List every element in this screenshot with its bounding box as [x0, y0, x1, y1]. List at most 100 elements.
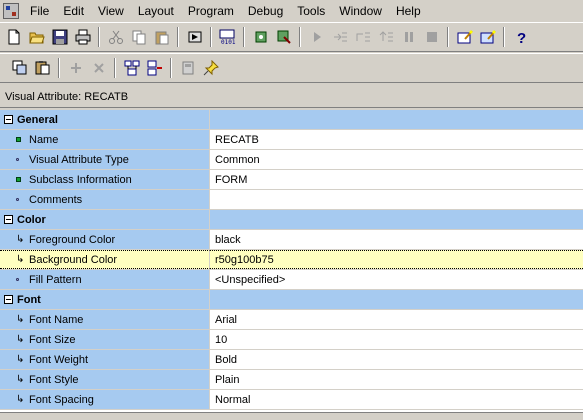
property-value[interactable]	[210, 190, 583, 209]
menu-edit[interactable]: Edit	[56, 1, 91, 21]
property-value[interactable]: <Unspecified>	[210, 270, 583, 289]
property-value[interactable]: RECATB	[210, 130, 583, 149]
property-value[interactable]: Bold	[210, 350, 583, 369]
menu-file[interactable]: File	[23, 1, 56, 21]
paste-properties-icon[interactable]	[31, 57, 54, 79]
help-icon[interactable]: ?	[509, 26, 532, 48]
collapse-icon[interactable]	[4, 215, 13, 224]
property-name: Font Size	[29, 333, 76, 346]
intersection-icon[interactable]	[143, 57, 166, 79]
collapse-icon[interactable]	[4, 295, 13, 304]
step-over-icon[interactable]	[351, 26, 374, 48]
property-row[interactable]: ↳ Background Color r50g100b75	[0, 250, 583, 270]
property-row[interactable]: Visual Attribute Type Common	[0, 150, 583, 170]
wizard-icon[interactable]	[453, 26, 476, 48]
property-name: Name	[29, 133, 59, 146]
menu-help[interactable]: Help	[389, 1, 428, 21]
category-header[interactable]: Color	[0, 210, 210, 229]
new-icon[interactable]	[2, 26, 25, 48]
property-row[interactable]: ↳ Font Weight Bold	[0, 350, 583, 370]
property-row[interactable]: ↳ Foreground Color black	[0, 230, 583, 250]
open-icon[interactable]	[25, 26, 48, 48]
delete-property-icon[interactable]	[87, 57, 110, 79]
run-form-icon[interactable]	[183, 26, 206, 48]
property-toolbar	[0, 53, 583, 83]
property-value[interactable]: 10	[210, 330, 583, 349]
property-name-cell[interactable]: Name	[0, 130, 210, 149]
property-name-cell[interactable]: ↳ Font Style	[0, 370, 210, 389]
property-name-cell[interactable]: ↳ Foreground Color	[0, 230, 210, 249]
property-name: Foreground Color	[29, 233, 116, 246]
property-name: Font Spacing	[29, 393, 94, 406]
category-value-cell	[210, 290, 583, 309]
step-into-icon[interactable]	[328, 26, 351, 48]
compile-icon[interactable]: 0101	[216, 26, 239, 48]
save-icon[interactable]	[48, 26, 71, 48]
cut-icon[interactable]	[104, 26, 127, 48]
step-out-icon[interactable]	[374, 26, 397, 48]
menu-tools[interactable]: Tools	[290, 1, 332, 21]
property-name-cell[interactable]: Fill Pattern	[0, 270, 210, 289]
inherited-property-icon: ↳	[16, 253, 25, 265]
property-row[interactable]: ↳ Font Style Plain	[0, 370, 583, 390]
property-value[interactable]: Plain	[210, 370, 583, 389]
pause-icon[interactable]	[397, 26, 420, 48]
property-value[interactable]: Common	[210, 150, 583, 169]
menu-debug[interactable]: Debug	[241, 1, 290, 21]
category-header[interactable]: Font	[0, 290, 210, 309]
property-name-cell[interactable]: Visual Attribute Type	[0, 150, 210, 169]
menu-window[interactable]: Window	[332, 1, 389, 21]
property-value[interactable]: Normal	[210, 390, 583, 409]
property-name-cell[interactable]: ↳ Background Color	[0, 250, 210, 269]
copy-properties-icon[interactable]	[8, 57, 31, 79]
category-row-color[interactable]: Color	[0, 210, 583, 230]
copy-icon[interactable]	[127, 26, 150, 48]
pin-icon[interactable]	[199, 57, 222, 79]
property-name-cell[interactable]: ↳ Font Spacing	[0, 390, 210, 409]
property-name-cell[interactable]: Comments	[0, 190, 210, 209]
union-icon[interactable]	[120, 57, 143, 79]
app-icon[interactable]	[3, 3, 19, 19]
property-name-cell[interactable]: Subclass Information	[0, 170, 210, 189]
property-row[interactable]: ↳ Font Spacing Normal	[0, 390, 583, 410]
collapse-icon[interactable]	[4, 115, 13, 124]
property-row[interactable]: Name RECATB	[0, 130, 583, 150]
print-icon[interactable]	[71, 26, 94, 48]
category-header[interactable]: General	[0, 110, 210, 129]
go-icon[interactable]	[305, 26, 328, 48]
category-value-cell	[210, 110, 583, 129]
property-row[interactable]: Subclass Information FORM	[0, 170, 583, 190]
property-row[interactable]: Fill Pattern <Unspecified>	[0, 270, 583, 290]
property-value[interactable]: r50g100b75	[210, 250, 583, 269]
menu-bar: File Edit View Layout Program Debug Tool…	[0, 0, 583, 22]
paste-icon[interactable]	[150, 26, 173, 48]
category-label: Color	[17, 213, 46, 226]
property-name: Font Weight	[29, 353, 89, 366]
menu-program[interactable]: Program	[181, 1, 241, 21]
debug-icon[interactable]	[249, 26, 272, 48]
property-row[interactable]: ↳ Font Name Arial	[0, 310, 583, 330]
property-name: Comments	[29, 193, 83, 206]
toolbar-separator	[210, 27, 212, 47]
menu-layout[interactable]: Layout	[131, 1, 181, 21]
property-name: Font Name	[29, 313, 84, 326]
property-name: Visual Attribute Type	[29, 153, 129, 166]
property-value[interactable]: Arial	[210, 310, 583, 329]
property-name-cell[interactable]: ↳ Font Size	[0, 330, 210, 349]
main-toolbar: 0101 ?	[0, 22, 583, 52]
property-name-cell[interactable]: ↳ Font Name	[0, 310, 210, 329]
freeze-icon[interactable]	[176, 57, 199, 79]
property-row[interactable]: ↳ Font Size 10	[0, 330, 583, 350]
category-row-font[interactable]: Font	[0, 290, 583, 310]
property-row[interactable]: Comments	[0, 190, 583, 210]
stop-icon[interactable]	[420, 26, 443, 48]
inherited-property-icon: ↳	[16, 333, 25, 345]
property-value[interactable]: FORM	[210, 170, 583, 189]
category-row-general[interactable]: General	[0, 110, 583, 130]
property-value[interactable]: black	[210, 230, 583, 249]
wizard2-icon[interactable]	[476, 26, 499, 48]
debug-step-icon[interactable]	[272, 26, 295, 48]
add-property-icon[interactable]	[64, 57, 87, 79]
property-name-cell[interactable]: ↳ Font Weight	[0, 350, 210, 369]
menu-view[interactable]: View	[91, 1, 131, 21]
